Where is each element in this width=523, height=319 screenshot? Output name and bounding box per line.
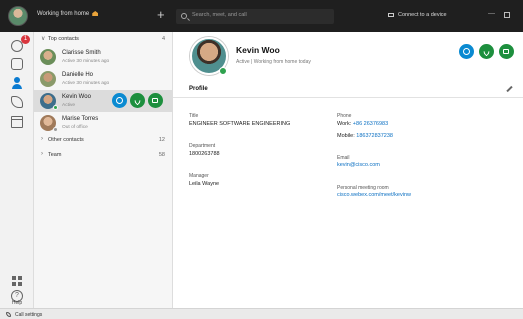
tab-bar: Profile [173, 82, 523, 98]
unread-badge: 1 [21, 35, 30, 44]
title-value: ENGINEER SOFTWARE ENGINEERING [189, 121, 291, 127]
status-message[interactable]: Working from home [37, 11, 99, 18]
phone-icon [481, 46, 492, 57]
profile-status: Active | Working from home today [236, 59, 311, 65]
message-button[interactable] [459, 44, 474, 59]
mobile-phone-row: Mobile: 186372837238 [337, 133, 393, 139]
search-icon [181, 13, 187, 19]
screen-icon [388, 12, 394, 17]
contacts-icon[interactable] [11, 77, 23, 89]
tab-profile[interactable]: Profile [189, 86, 208, 92]
contact-marise-torres[interactable]: Marise Torres Out of office [34, 112, 173, 134]
avatar [40, 71, 56, 87]
group-count: 58 [158, 152, 165, 158]
help-label: Help [11, 300, 23, 306]
status-bar: Call settings [0, 308, 523, 319]
contact-name: Clarisse Smith [62, 50, 101, 56]
meeting-room-label: Personal meeting room [337, 185, 389, 191]
connect-label: Connect to a device [398, 12, 447, 18]
call-settings-button[interactable]: Call settings [15, 312, 42, 318]
mobile-phone-key: Mobile: [337, 133, 355, 139]
presence-indicator [219, 67, 227, 75]
calls-icon[interactable] [11, 96, 23, 108]
contact-name: Marise Torres [62, 116, 99, 122]
department-value: 1800263788 [189, 151, 220, 157]
chevron-right-icon: › [41, 136, 43, 142]
title-label: Title [189, 113, 199, 119]
group-count: 12 [158, 137, 165, 143]
contact-status: Active 30 minutes ago [62, 81, 110, 86]
edit-pencil-icon[interactable] [506, 85, 513, 93]
presence-indicator [53, 105, 58, 110]
group-label: Other contacts [48, 137, 84, 143]
teams-icon[interactable] [11, 58, 23, 70]
contact-kevin-woo[interactable]: Kevin Woo Active [34, 90, 173, 112]
group-label: Top contacts [48, 36, 79, 42]
manager-value: Leila Wayne [189, 181, 220, 187]
status-text: Working from home [37, 11, 90, 18]
video-call-button[interactable] [499, 44, 514, 59]
work-phone-link[interactable]: +86 26376983 [353, 121, 388, 127]
apps-icon[interactable] [12, 276, 22, 286]
contacts-panel: ∨ Top contacts 4 Clarisse Smith Active 3… [34, 32, 173, 308]
contact-name: Danielle Ho [62, 72, 94, 78]
group-count: 4 [161, 36, 165, 42]
phone-label: Phone [337, 113, 352, 119]
group-other-contacts[interactable]: › Other contacts 12 [34, 134, 173, 146]
chat-icon [116, 97, 123, 104]
contact-status: Active 30 minutes ago [62, 59, 110, 64]
contact-status: Out of office [62, 125, 88, 130]
phone-icon [132, 95, 143, 106]
video-icon [503, 49, 509, 54]
title-bar: Working from home + Search, meet, and ca… [0, 0, 523, 32]
video-call-button[interactable] [148, 93, 163, 108]
call-button[interactable] [130, 93, 145, 108]
mobile-phone-link[interactable]: 186372837238 [356, 133, 393, 139]
chevron-right-icon: › [41, 151, 43, 157]
maximize-button[interactable] [504, 12, 510, 18]
presence-indicator [53, 127, 58, 132]
call-button[interactable] [479, 44, 494, 59]
user-avatar[interactable] [8, 6, 28, 26]
chat-icon [463, 48, 470, 55]
calendar-icon[interactable] [11, 116, 23, 128]
connect-to-device-button[interactable]: Connect to a device [388, 12, 447, 18]
avatar [40, 49, 56, 65]
message-button[interactable] [112, 93, 127, 108]
manager-label: Manager [189, 173, 209, 179]
chevron-down-icon: ∨ [41, 36, 46, 42]
work-phone-row: Work: +86 26376983 [337, 121, 388, 127]
contact-name: Kevin Woo [62, 94, 91, 100]
work-phone-key: Work: [337, 121, 352, 127]
search-bar[interactable]: Search, meet, and call [176, 9, 334, 24]
contact-danielle-ho[interactable]: Danielle Ho Active 30 minutes ago [34, 68, 173, 90]
phone-settings-icon [6, 312, 11, 317]
contact-clarisse-smith[interactable]: Clarisse Smith Active 30 minutes ago [34, 46, 173, 68]
contact-status: Active [62, 103, 76, 108]
video-icon [152, 98, 158, 103]
minimize-button[interactable]: — [488, 10, 495, 17]
profile-name: Kevin Woo [236, 45, 280, 55]
meeting-room-link[interactable]: cisco.webex.com/meet/kevinw [337, 192, 411, 198]
group-team[interactable]: › Team 58 [34, 149, 173, 161]
group-top-contacts[interactable]: ∨ Top contacts 4 [34, 33, 173, 45]
new-plus-button[interactable]: + [157, 8, 165, 22]
search-placeholder: Search, meet, and call [192, 12, 247, 18]
navigation-rail: 1 ? Help [0, 32, 34, 308]
group-label: Team [48, 152, 62, 158]
email-link[interactable]: kevin@cisco.com [337, 162, 380, 168]
profile-pane: Kevin Woo Active | Working from home tod… [173, 32, 523, 308]
department-label: Department [189, 143, 216, 149]
email-label: Email [337, 155, 350, 161]
house-icon [92, 11, 99, 16]
